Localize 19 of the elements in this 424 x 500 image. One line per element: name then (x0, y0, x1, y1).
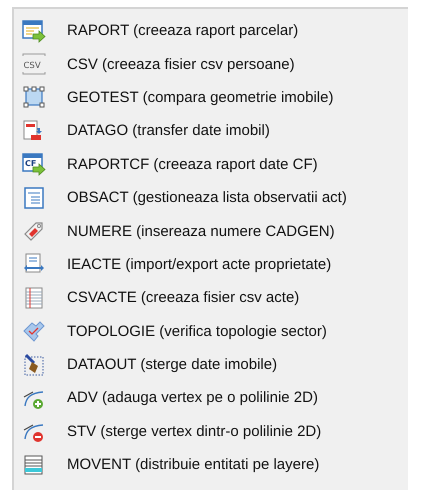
brush-icon (22, 352, 46, 377)
menu-item[interactable]: CSV CSV (creeaza fisier csv persoane) (14, 47, 408, 81)
list-icon (22, 186, 46, 210)
menu-item[interactable]: DATAGO (transfer date imobil) (14, 114, 408, 148)
menu-item[interactable]: MOVENT (distribuie entitati pe layere) (14, 448, 408, 482)
menu-item[interactable]: IEACTE (import/export acte proprietate) (14, 248, 408, 282)
menu-item[interactable]: OBSACT (gestioneaza lista observatii act) (14, 180, 408, 214)
menu-item[interactable]: DATAOUT (sterge date imobile) (14, 348, 408, 382)
nodes-square-icon (22, 85, 46, 110)
table-arrow-icon (22, 18, 46, 43)
menu-item[interactable]: CSVACTE (creeaza fisier csv acte) (14, 281, 408, 315)
menu-item[interactable]: NUMERE (insereaza numere CADGEN) (14, 214, 408, 248)
menu-item[interactable]: RAPORT (creeaza raport parcelar) (14, 14, 408, 48)
menu-item[interactable]: ADV (adauga vertex pe o polilinie 2D) (14, 381, 408, 415)
menu-item[interactable]: CF RAPORTCF (creeaza raport date CF) (14, 148, 408, 181)
menu-item[interactable]: GEOTEST (compara geometrie imobile) (14, 80, 408, 114)
menu-item[interactable]: TOPOLOGIE (verifica topologie sector) (14, 314, 408, 348)
polygon-check-icon (22, 319, 46, 344)
menu-item[interactable]: STV (sterge vertex dintr-o polilinie 2D) (14, 414, 408, 448)
